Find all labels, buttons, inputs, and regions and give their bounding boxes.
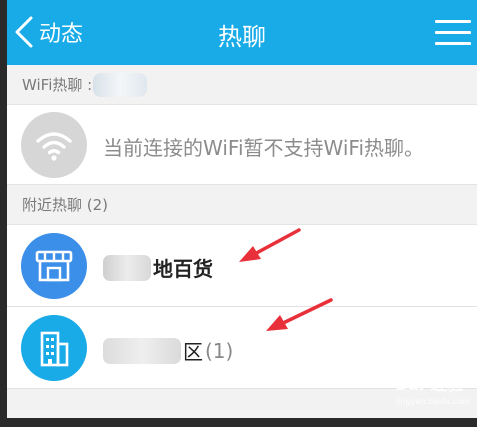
nearby-section-header: 附近热聊 (2) — [7, 185, 477, 225]
bottom-strip — [0, 418, 477, 427]
annotation-arrow-icon — [239, 228, 301, 262]
wifi-icon — [21, 112, 87, 178]
baidu-watermark: Bai 经验 jingyan.baidu.com — [396, 370, 474, 418]
nearby-section-label: 附近热聊 (2) — [22, 196, 109, 214]
shop-icon — [21, 233, 87, 299]
wifi-section-label: WiFi热聊 : — [22, 76, 93, 94]
screen: 动态 热聊 WiFi热聊 : 当前连接的WiFi暂不支持WiFi热聊。 附近热聊… — [7, 0, 477, 418]
redacted-blur — [103, 254, 151, 281]
menu-icon[interactable] — [435, 20, 471, 46]
wifi-status-row: 当前连接的WiFi暂不支持WiFi热聊。 — [7, 105, 477, 185]
list-item-name: 地百货 — [103, 253, 213, 282]
redacted-blur — [93, 73, 147, 97]
list-item-name: 区 (1) — [103, 336, 233, 365]
wifi-status-text: 当前连接的WiFi暂不支持WiFi热聊。 — [103, 136, 424, 160]
wifi-section-header: WiFi热聊 : — [7, 65, 477, 105]
annotation-arrow-icon — [266, 298, 333, 331]
top-bar: 动态 热聊 — [7, 0, 477, 65]
watermark-logo: Bai 经验 — [396, 375, 464, 395]
page-title: 热聊 — [218, 23, 266, 51]
building-icon — [21, 315, 87, 381]
watermark-url: jingyan.baidu.com — [396, 397, 470, 406]
member-count: (1) — [205, 338, 234, 363]
redacted-blur — [103, 337, 181, 364]
